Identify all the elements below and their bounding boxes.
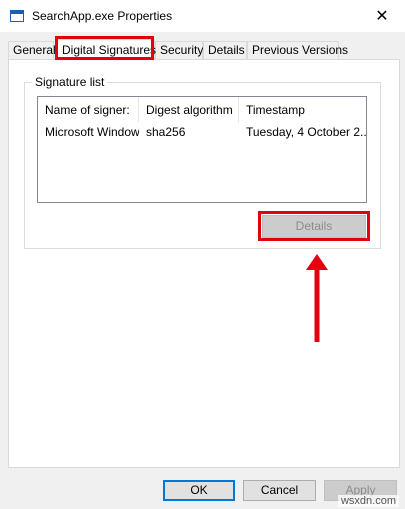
close-icon: ✕ <box>375 8 389 25</box>
signature-list[interactable]: Name of signer: Digest algorithm Timesta… <box>37 96 367 203</box>
cancel-button[interactable]: Cancel <box>243 480 316 501</box>
column-header-name[interactable]: Name of signer: <box>38 97 139 122</box>
arrow-shaft <box>314 269 320 342</box>
details-highlight-box <box>258 211 370 241</box>
window-app-icon <box>10 10 24 22</box>
tab-previous-versions[interactable]: Previous Versions <box>247 41 348 59</box>
column-header-digest[interactable]: Digest algorithm <box>139 97 239 122</box>
signer-name-cell: Microsoft Windows <box>45 125 139 139</box>
list-header: Name of signer: Digest algorithm Timesta… <box>38 97 366 122</box>
title-bar: SearchApp.exe Properties ✕ <box>0 0 405 32</box>
digest-cell: sha256 <box>146 125 186 139</box>
column-header-timestamp[interactable]: Timestamp <box>239 97 366 122</box>
tab-highlight-box <box>55 36 154 60</box>
window-title: SearchApp.exe Properties <box>32 9 173 23</box>
tab-security[interactable]: Security <box>155 41 203 59</box>
close-button[interactable]: ✕ <box>359 0 405 32</box>
list-item[interactable]: Microsoft Windows sha256 Tuesday, 4 Octo… <box>38 122 366 142</box>
ok-button[interactable]: OK <box>163 480 235 501</box>
tab-general[interactable]: General <box>8 41 56 59</box>
up-arrow-annotation <box>306 254 328 342</box>
timestamp-cell: Tuesday, 4 October 2... <box>246 125 366 139</box>
arrow-head <box>306 254 328 270</box>
watermark-text: wsxdn.com <box>337 495 399 507</box>
signature-list-label: Signature list <box>32 75 108 89</box>
tab-details[interactable]: Details <box>203 41 247 59</box>
